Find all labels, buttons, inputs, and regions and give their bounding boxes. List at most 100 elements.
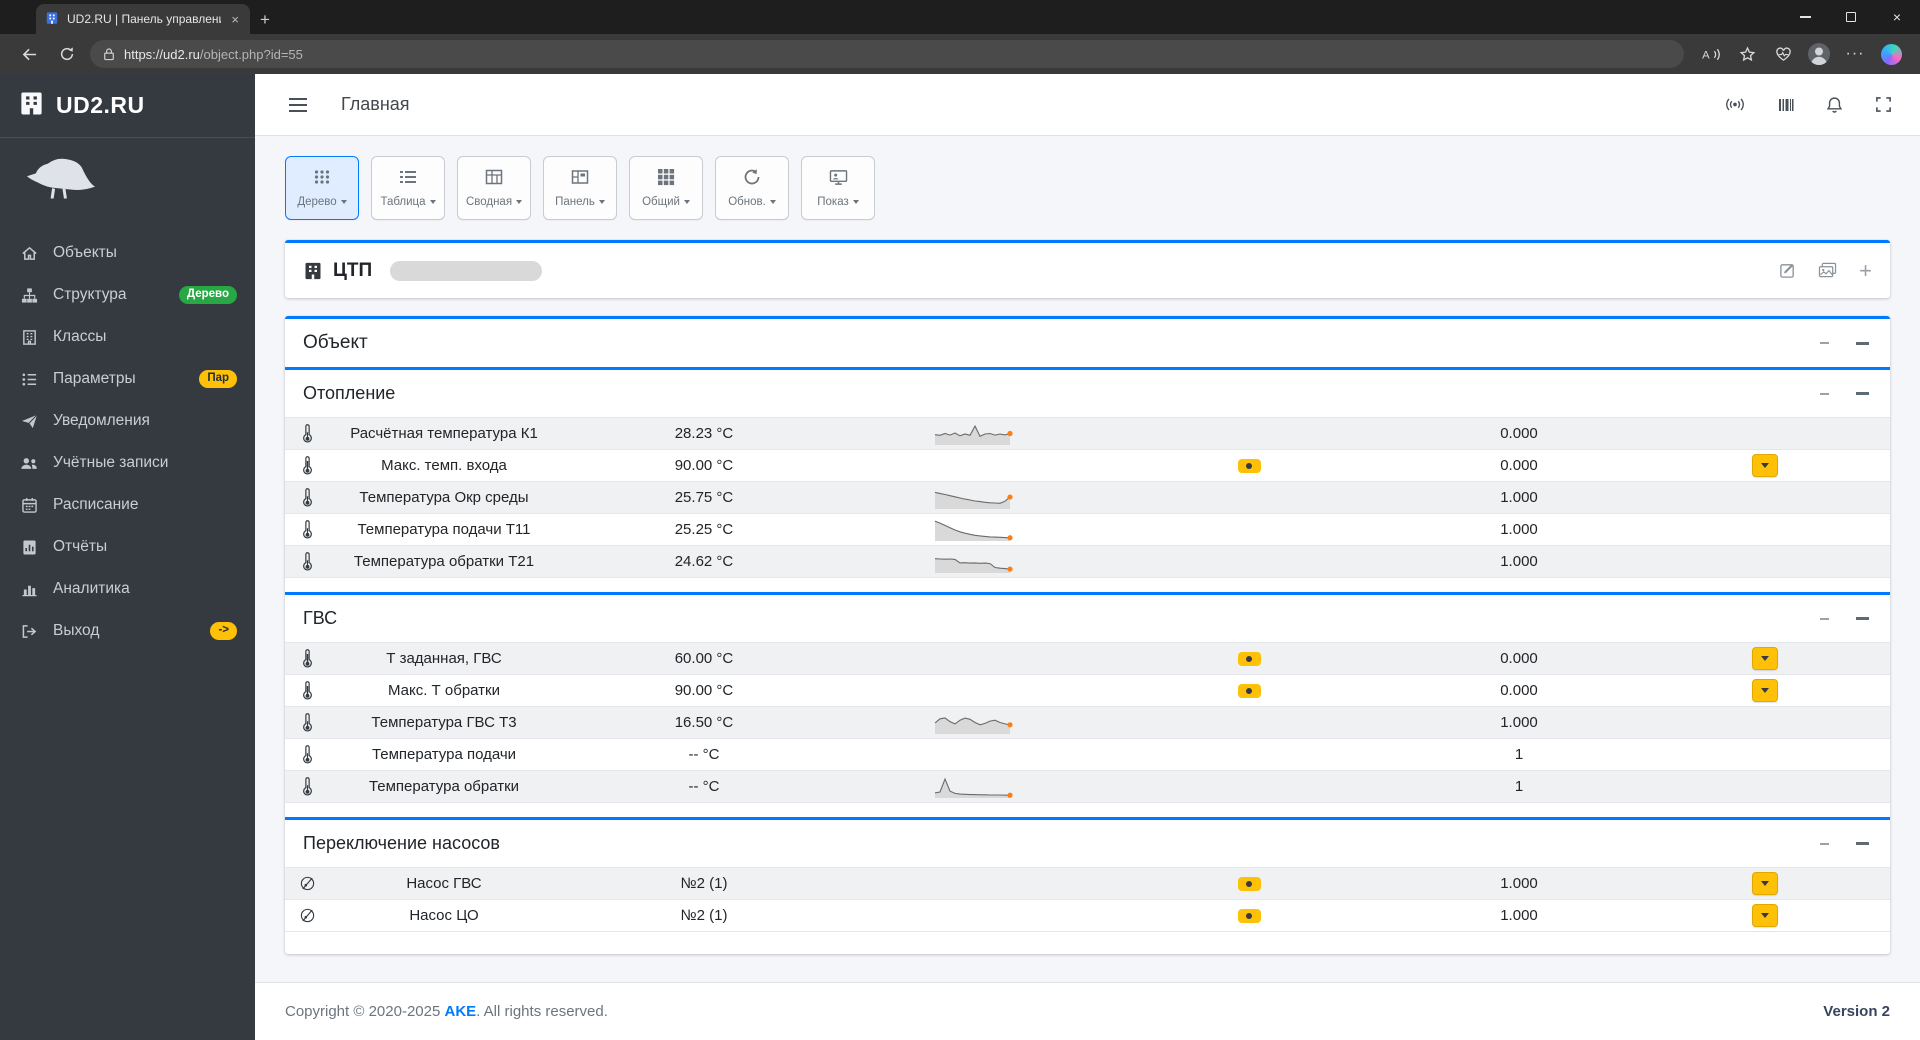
param-weight: 1 <box>1514 746 1524 763</box>
copyright-text: Copyright © 2020-2025 AKE. All rights re… <box>285 1003 608 1020</box>
page-content: Дерево Таблица Сводная Панель Общий Обно… <box>255 136 1920 982</box>
minimize-button[interactable] <box>1852 610 1872 628</box>
param-sparkline[interactable] <box>849 549 1099 575</box>
param-value: 28.23 °C <box>674 425 734 442</box>
collapse-button[interactable] <box>1814 385 1834 403</box>
collapse-button[interactable] <box>1814 334 1834 352</box>
param-dropdown-button[interactable] <box>1751 647 1778 670</box>
param-dropdown-button[interactable] <box>1751 679 1778 702</box>
readaloud-icon[interactable]: A <box>1696 39 1726 69</box>
content-header: Главная <box>255 74 1920 136</box>
minimize-button[interactable] <box>1852 835 1872 853</box>
star-icon[interactable] <box>1732 39 1762 69</box>
sidebar-item-notifications[interactable]: Уведомления <box>8 401 247 441</box>
bell-icon[interactable] <box>1826 96 1843 114</box>
address-bar[interactable]: https://ud2.ru/object.php?id=55 <box>90 40 1684 68</box>
visibility-toggle[interactable] <box>1237 908 1261 923</box>
copilot-icon[interactable] <box>1876 39 1906 69</box>
sidebar-item-reports[interactable]: Отчёты <box>8 527 247 567</box>
new-tab-button[interactable]: + <box>250 6 280 34</box>
minimize-button[interactable] <box>1852 334 1872 352</box>
ellipsis-icon[interactable]: ··· <box>1840 39 1870 69</box>
sidebar-item-accounts[interactable]: Учётные записи <box>8 443 247 483</box>
param-weight: 1.000 <box>1500 714 1538 731</box>
thermometer-set-icon <box>285 648 329 669</box>
add-button[interactable]: + <box>1859 259 1872 282</box>
edit-button[interactable] <box>1779 262 1796 279</box>
sidebar-item-classes[interactable]: Классы <box>8 317 247 357</box>
toolbar-common-button[interactable]: Общий <box>629 156 703 220</box>
broadcast-icon[interactable] <box>1724 97 1746 112</box>
toggle-dot <box>1246 880 1252 887</box>
param-row: Температура обратки Т21 24.62 °C 1.000 <box>285 545 1890 577</box>
param-weight: 0.000 <box>1500 650 1538 667</box>
sidebar-item-label: Выход <box>53 622 100 639</box>
param-sparkline[interactable] <box>849 485 1099 511</box>
param-sparkline[interactable] <box>849 774 1099 800</box>
sidebar-item-structure[interactable]: Структура Дерево <box>8 275 247 315</box>
thermometer-icon <box>285 744 329 765</box>
param-dropdown-button[interactable] <box>1751 872 1778 895</box>
param-value: №2 (1) <box>680 875 728 892</box>
toolbar-table-button[interactable]: Таблица <box>371 156 445 220</box>
ake-link[interactable]: AKE <box>445 1003 477 1020</box>
object-card: ЦТП + <box>285 240 1890 298</box>
chevron-down-icon <box>516 200 523 204</box>
param-group: ГВС Т заданная, ГВС 60.00 °C 0.000 Макс.… <box>285 592 1890 803</box>
modules-icon[interactable] <box>1778 97 1794 113</box>
minimize-button[interactable] <box>1852 385 1872 403</box>
back-button[interactable] <box>14 39 44 69</box>
toolbar-button-label: Панель <box>555 196 595 208</box>
param-sparkline[interactable] <box>849 421 1099 447</box>
chevron-down-icon <box>340 200 347 204</box>
sidebar-item-parameters[interactable]: Параметры Пар <box>8 359 247 399</box>
menu-toggle-icon[interactable] <box>283 90 313 120</box>
param-name: Температура подачи Т11 <box>357 521 531 538</box>
collapse-button[interactable] <box>1814 835 1834 853</box>
toolbar-pivot-button[interactable]: Сводная <box>457 156 531 220</box>
visibility-toggle[interactable] <box>1237 876 1261 891</box>
param-weight: 0.000 <box>1500 425 1538 442</box>
param-value: №2 (1) <box>680 907 728 924</box>
pump-icon <box>285 907 329 924</box>
param-group: Переключение насосов Насос ГВС №2 (1) 1.… <box>285 817 1890 932</box>
sidebar: UD2.RU Объекты Структура Дерево Классы П… <box>0 74 255 1040</box>
tab-close-icon[interactable]: × <box>229 12 241 27</box>
sidebar-item-label: Структура <box>53 286 127 303</box>
sidebar-item-logout[interactable]: Выход -> <box>8 611 247 651</box>
toolbar-tree-button[interactable]: Дерево <box>285 156 359 220</box>
visibility-toggle[interactable] <box>1237 651 1261 666</box>
param-name: Макс. темп. входа <box>381 457 507 474</box>
visibility-toggle[interactable] <box>1237 683 1261 698</box>
essentials-icon[interactable] <box>1768 39 1798 69</box>
fullscreen-icon[interactable] <box>1875 96 1892 113</box>
param-weight: 0.000 <box>1500 457 1538 474</box>
param-row: Насос ЦО №2 (1) 1.000 <box>285 899 1890 931</box>
thermometer-icon <box>285 487 329 508</box>
window-maximize-button[interactable] <box>1828 0 1874 34</box>
images-button[interactable] <box>1818 262 1837 279</box>
toolbar-refresh-button[interactable]: Обнов. <box>715 156 789 220</box>
browser-tab[interactable]: UD2.RU | Панель управления × <box>36 4 250 34</box>
param-weight: 1.000 <box>1500 875 1538 892</box>
param-name: Расчётная температура К1 <box>350 425 538 442</box>
param-sparkline[interactable] <box>849 517 1099 543</box>
toolbar-show-button[interactable]: Показ <box>801 156 875 220</box>
param-dropdown-button[interactable] <box>1751 904 1778 927</box>
toolbar-panel-button[interactable]: Панель <box>543 156 617 220</box>
refresh-button[interactable] <box>52 39 82 69</box>
param-dropdown-button[interactable] <box>1751 454 1778 477</box>
avatar-icon[interactable] <box>1804 39 1834 69</box>
window-close-button[interactable]: × <box>1874 0 1920 34</box>
param-weight: 1 <box>1514 778 1524 795</box>
sidebar-item-analytics[interactable]: Аналитика <box>8 569 247 609</box>
visibility-toggle[interactable] <box>1237 458 1261 473</box>
sidebar-item-objects[interactable]: Объекты <box>8 233 247 273</box>
sidebar-item-schedule[interactable]: Расписание <box>8 485 247 525</box>
brand[interactable]: UD2.RU <box>0 74 255 138</box>
users-icon <box>18 456 40 471</box>
param-row: Насос ГВС №2 (1) 1.000 <box>285 867 1890 899</box>
param-sparkline[interactable] <box>849 710 1099 736</box>
collapse-button[interactable] <box>1814 610 1834 628</box>
window-minimize-button[interactable] <box>1782 0 1828 34</box>
